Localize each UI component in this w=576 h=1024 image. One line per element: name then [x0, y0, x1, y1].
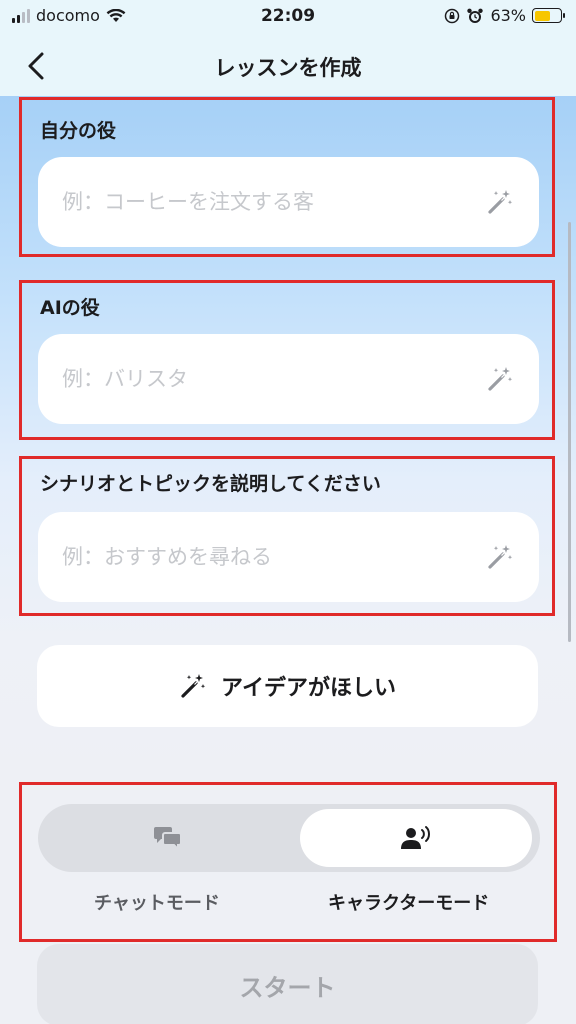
start-button[interactable]: スタート	[37, 944, 538, 1024]
magic-wand-icon	[488, 190, 513, 214]
scrollbar[interactable]	[568, 222, 571, 642]
idea-button[interactable]: アイデアがほしい	[37, 645, 538, 727]
magic-wand-icon	[488, 545, 513, 569]
page-title: レッスンを作成	[214, 56, 362, 80]
scenario-card	[38, 512, 539, 602]
character-mode-label[interactable]: キャラクターモード	[328, 889, 489, 915]
start-button-label: スタート	[239, 973, 336, 1002]
status-bar: docomo 22:09 63%	[0, 0, 576, 34]
battery-percent: 63%	[490, 6, 526, 25]
my-role-input[interactable]	[62, 190, 485, 214]
magic-wand-icon	[181, 674, 206, 698]
mode-segmented-control	[38, 804, 540, 872]
my-role-card	[38, 157, 539, 247]
ai-role-suggest-button[interactable]	[485, 364, 515, 394]
scenario-section: シナリオとトピックを説明してください	[19, 456, 555, 616]
mode-selector-section: チャットモード キャラクターモード	[19, 782, 557, 942]
ai-role-label: AIの役	[40, 297, 100, 319]
scenario-input[interactable]	[62, 545, 485, 569]
person-speaking-icon	[401, 826, 430, 849]
chat-mode-option[interactable]	[52, 809, 284, 867]
my-role-suggest-button[interactable]	[485, 187, 515, 217]
ai-role-card	[38, 334, 539, 424]
battery-level	[534, 10, 551, 21]
my-role-section: 自分の役	[19, 97, 555, 257]
chat-bubbles-icon	[154, 827, 182, 851]
scenario-label: シナリオとトピックを説明してください	[40, 473, 381, 495]
orientation-lock-icon	[445, 8, 460, 23]
idea-button-label: アイデアがほしい	[221, 676, 396, 701]
navigation-bar: レッスンを作成	[0, 34, 576, 96]
magic-wand-icon	[488, 367, 513, 391]
ai-role-section: AIの役	[19, 280, 555, 440]
scenario-suggest-button[interactable]	[485, 542, 515, 572]
character-mode-option[interactable]	[300, 809, 532, 867]
chat-mode-label[interactable]: チャットモード	[94, 889, 220, 915]
ai-role-input[interactable]	[62, 367, 485, 391]
status-right: 63%	[444, 6, 565, 25]
my-role-label: 自分の役	[40, 120, 117, 142]
battery-icon	[532, 8, 565, 23]
alarm-icon	[467, 8, 484, 23]
